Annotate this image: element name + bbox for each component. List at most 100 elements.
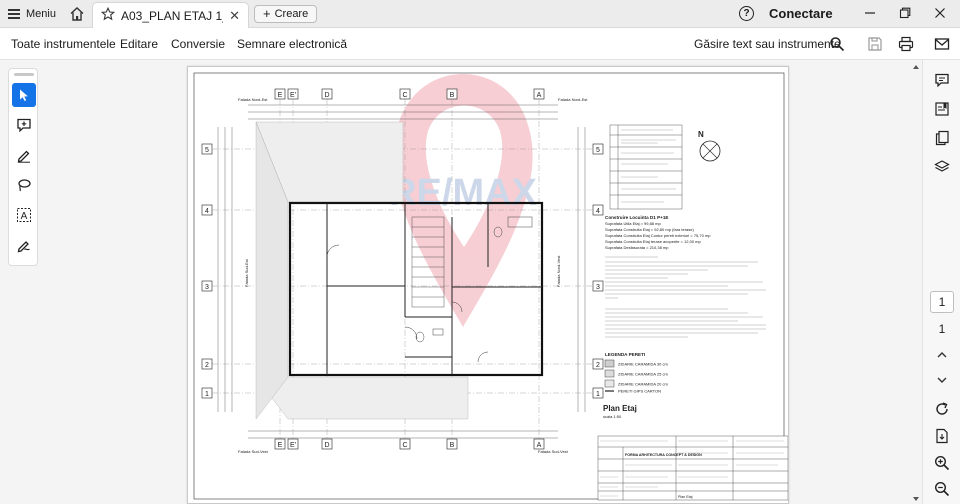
area-line: Suprafata Utila Etaj = 99,88 mp xyxy=(605,221,661,226)
toolbar-convert[interactable]: Conversie xyxy=(171,37,225,51)
comments-icon[interactable] xyxy=(933,71,951,89)
lasso-icon[interactable] xyxy=(12,173,36,197)
construction-notes xyxy=(605,256,766,338)
plan-title: Plan Etaj xyxy=(603,404,637,413)
axis-bubbles-bottom: E E' D C B A xyxy=(274,438,545,450)
legend-item: ZIDARIE CARAMIDA 20 cm xyxy=(618,382,668,387)
tab-bar: Meniu A03_PLAN ETAJ 1_... ✕ + Creare ? C… xyxy=(0,0,960,28)
material-legend-table xyxy=(609,124,683,210)
create-button[interactable]: + Creare xyxy=(254,5,318,23)
hamburger-icon xyxy=(8,9,20,19)
facade-label: Fatada Sud-Est xyxy=(244,258,249,287)
facade-labels-side: Fatada Sud-Est Fatada Nord-Vest xyxy=(244,255,561,287)
axis-label: 3 xyxy=(205,284,209,291)
facade-label: Fatada Nord-Est xyxy=(558,97,588,102)
title-block xyxy=(597,435,788,501)
axis-label: A xyxy=(537,442,542,449)
sign-icon[interactable] xyxy=(12,233,36,257)
axis-label: E xyxy=(278,442,283,449)
axis-label: E' xyxy=(290,442,296,449)
axis-label: 5 xyxy=(596,147,600,154)
restore-icon[interactable] xyxy=(897,5,913,21)
axis-label: A xyxy=(537,92,542,99)
select-tool-icon[interactable] xyxy=(12,83,36,107)
chevron-up-icon[interactable] xyxy=(933,346,951,364)
watermark-text: RE/MAX xyxy=(389,172,537,214)
axis-label: C xyxy=(402,92,407,99)
help-icon[interactable]: ? xyxy=(739,6,754,21)
area-line: Suprafata Desfasurata = 210,38 mp xyxy=(605,245,669,250)
legend-item: PERETI GIPS CARTON xyxy=(618,389,661,394)
axis-label: 1 xyxy=(596,391,600,398)
facade-label: Fatada Sud-Vest xyxy=(538,449,569,454)
search-icon[interactable] xyxy=(828,35,846,53)
rail-drag-handle[interactable] xyxy=(14,73,34,76)
close-icon[interactable]: ✕ xyxy=(229,8,240,24)
close-window-icon[interactable] xyxy=(932,5,948,21)
axis-label: E xyxy=(278,92,283,99)
axis-label: B xyxy=(450,92,455,99)
document-tab[interactable]: A03_PLAN ETAJ 1_... ✕ xyxy=(92,2,249,28)
area-line: Suprafata Construita Etaj Contur pereti … xyxy=(605,233,711,238)
plan-scale: scala 1:50 xyxy=(603,414,622,419)
facade-label: Fatada Nord-Est xyxy=(238,97,268,102)
tab-title: A03_PLAN ETAJ 1_... xyxy=(121,8,223,23)
axis-label: 2 xyxy=(596,362,600,369)
text-select-icon[interactable]: A xyxy=(12,203,36,227)
axis-label: C xyxy=(402,442,407,449)
area-line: Suprafata Construita Etaj = 92,80 mp (fa… xyxy=(605,227,694,232)
main-toolbar: Toate instrumentele Editare Conversie Se… xyxy=(0,28,960,60)
draw-icon[interactable] xyxy=(12,143,36,167)
rotate-icon[interactable] xyxy=(933,400,951,418)
menu-button[interactable]: Meniu xyxy=(8,5,56,23)
axis-label: 4 xyxy=(596,208,600,215)
sign-in-button[interactable]: Conectare xyxy=(769,6,833,21)
title-block-firm: FORMA ARHITECTURA CONCEPT & DESIGN xyxy=(625,453,702,457)
minimize-icon[interactable] xyxy=(862,5,878,21)
pages-icon[interactable] xyxy=(933,129,951,147)
toolbar-all-tools[interactable]: Toate instrumentele xyxy=(11,37,116,51)
layers-icon[interactable] xyxy=(933,158,951,176)
right-panel-rail: 1 1 xyxy=(922,60,960,504)
print-icon[interactable] xyxy=(897,35,915,53)
area-summary: Construire Locuinta D1 P+1E Suprafata Ut… xyxy=(605,215,711,250)
plan-title-block: Plan Etaj scala 1:50 xyxy=(603,404,637,419)
extract-page-icon[interactable] xyxy=(933,427,951,445)
zoom-in-icon[interactable] xyxy=(933,454,951,472)
north-arrow: N xyxy=(698,130,721,162)
facade-label: Fatada Sud-Vest xyxy=(238,449,269,454)
quick-tools-rail: A xyxy=(8,68,38,266)
area-line: Suprafata Construita Etaj terase acoperi… xyxy=(605,239,701,244)
star-icon[interactable] xyxy=(100,6,116,24)
email-icon[interactable] xyxy=(933,35,951,53)
axis-label: 5 xyxy=(205,147,209,154)
plus-icon: + xyxy=(263,6,271,21)
toolbar-e-sign[interactable]: Semnare electronică xyxy=(237,37,347,51)
axis-label: 4 xyxy=(205,208,209,215)
wall-legend: LEGENDA PERETI ZIDARIE CARAMIDA 30 cm ZI… xyxy=(604,352,668,394)
vertical-scrollbar[interactable] xyxy=(912,62,920,504)
north-label: N xyxy=(698,130,704,139)
total-pages: 1 xyxy=(938,322,946,336)
axis-label: D xyxy=(324,442,329,449)
find-tools-label[interactable]: Găsire text sau instrumente xyxy=(694,37,841,51)
save-icon[interactable] xyxy=(866,35,884,53)
toolbar-edit[interactable]: Editare xyxy=(120,37,158,51)
legend-item: ZIDARIE CARAMIDA 25 cm xyxy=(618,372,668,377)
comment-icon[interactable] xyxy=(12,113,36,137)
area-summary-title: Construire Locuinta D1 P+1E xyxy=(605,215,668,220)
svg-text:A: A xyxy=(21,211,28,222)
axis-label: 2 xyxy=(205,362,209,369)
axis-label: D xyxy=(324,92,329,99)
chevron-down-icon[interactable] xyxy=(933,371,951,389)
pdf-page[interactable]: RE/MAX E E' D C B A E E' D C B A 5 4 3 2… xyxy=(187,66,789,504)
facade-label: Fatada Nord-Vest xyxy=(556,255,561,287)
current-page-input[interactable]: 1 xyxy=(930,291,954,313)
zoom-out-icon[interactable] xyxy=(933,480,951,498)
axis-label: 1 xyxy=(205,391,209,398)
home-icon[interactable] xyxy=(68,5,86,23)
legend-title: LEGENDA PERETI xyxy=(605,352,645,357)
axis-label: E' xyxy=(290,92,296,99)
title-block-drawing: Plan Etaj xyxy=(678,495,693,499)
bookmarks-icon[interactable] xyxy=(933,100,951,118)
